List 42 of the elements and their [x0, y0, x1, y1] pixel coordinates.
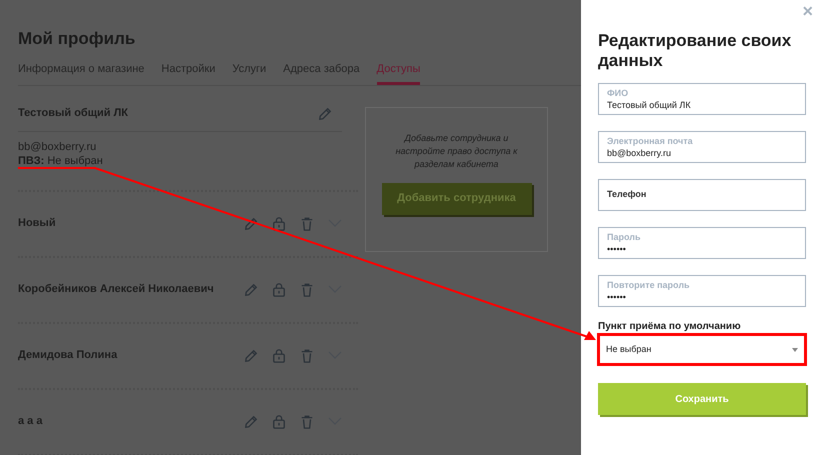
- select-label: Пункт приёма по умолчанию: [598, 321, 742, 333]
- pencil-icon[interactable]: [244, 414, 258, 428]
- field-value: ••••••: [607, 290, 627, 302]
- pencil-icon[interactable]: [318, 106, 332, 120]
- owner-name: Тестовый общий ЛК: [18, 106, 128, 122]
- owner-email: bb@boxberry.ru: [18, 140, 98, 154]
- pencil-icon[interactable]: [244, 282, 258, 296]
- input-field[interactable]: Повторите пароль ••••••: [598, 275, 806, 307]
- tab[interactable]: Доступы: [376, 61, 420, 84]
- pencil-icon[interactable]: [244, 348, 258, 362]
- field-value: bb@boxberry.ru: [607, 146, 672, 158]
- field-label: Электронная почта: [607, 136, 694, 146]
- trash-icon[interactable]: [300, 348, 314, 362]
- employee-name: Демидова Полина: [18, 348, 118, 364]
- field-value: Тестовый общий ЛК: [607, 98, 692, 110]
- page-title: Мой профиль: [18, 30, 136, 47]
- close-button[interactable]: ×: [802, 2, 813, 20]
- lock-icon[interactable]: [272, 348, 286, 362]
- trash-icon[interactable]: [300, 216, 314, 230]
- field-value: ••••••: [607, 242, 627, 254]
- pickup-point: ПВЗ: Не выбран: [18, 154, 104, 168]
- trash-icon[interactable]: [300, 282, 314, 296]
- input-field[interactable]: Пароль ••••••: [598, 227, 806, 259]
- input-field[interactable]: Телефон: [598, 179, 806, 211]
- field-label: ФИО: [607, 88, 630, 98]
- dropdown-caret-icon: [792, 348, 798, 352]
- field-label: Повторите пароль: [607, 280, 691, 290]
- drawer-title: Редактирование своих данных: [598, 31, 792, 71]
- invite-text: Добавьте сотрудника и настройте право доступа к разделам кабинета: [394, 132, 518, 170]
- field-label: Пароль: [607, 232, 642, 242]
- lock-icon[interactable]: [272, 216, 286, 230]
- input-field[interactable]: ФИО Тестовый общий ЛК: [598, 83, 806, 115]
- employee-name: Коробейников Алексей Николаевич: [18, 282, 215, 298]
- employee-name: а а а: [18, 414, 44, 430]
- save-button[interactable]: Сохранить: [598, 383, 806, 415]
- trash-icon[interactable]: [300, 414, 314, 428]
- employee-name: Новый: [18, 216, 57, 232]
- field-placeholder: Телефон: [607, 188, 648, 202]
- lock-icon[interactable]: [272, 282, 286, 296]
- lock-icon[interactable]: [272, 414, 286, 428]
- pencil-icon[interactable]: [244, 216, 258, 230]
- input-field[interactable]: Электронная почта bb@boxberry.ru: [598, 131, 806, 163]
